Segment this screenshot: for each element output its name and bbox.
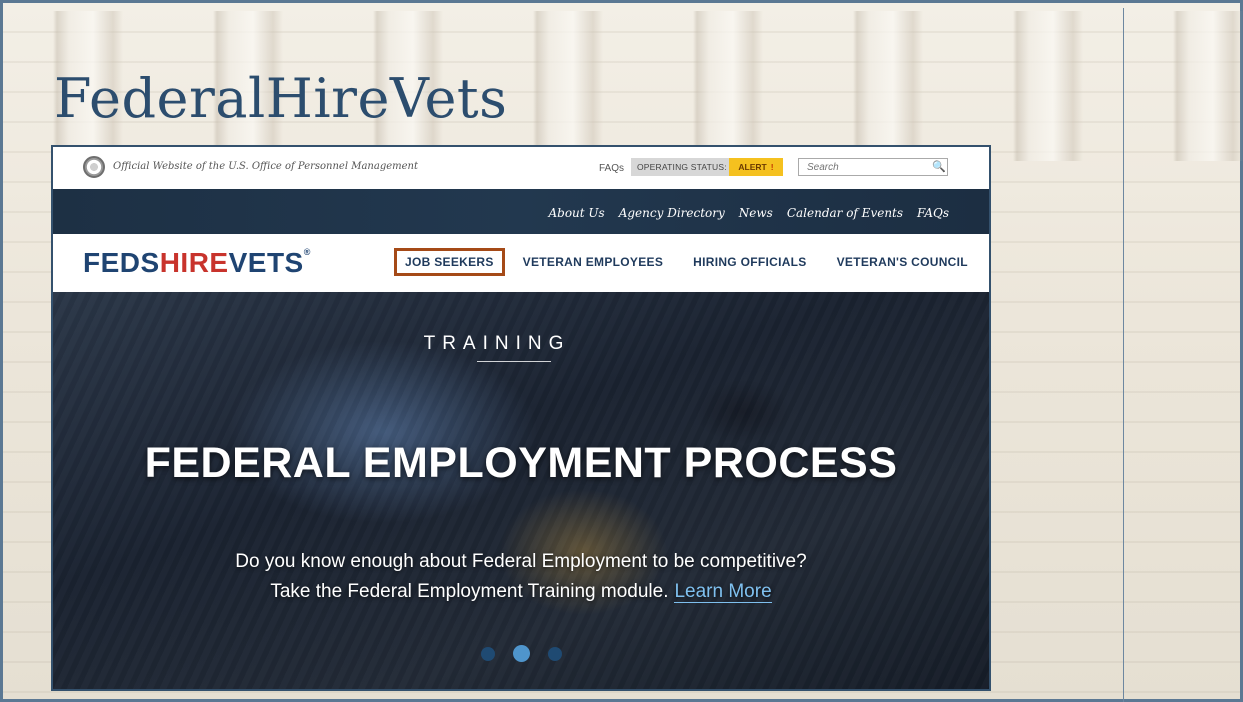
- nav-link-faqs[interactable]: FAQs: [917, 206, 949, 220]
- carousel-dot-1[interactable]: [480, 646, 495, 661]
- registered-mark: ®: [303, 247, 311, 257]
- nav-link-agency-directory[interactable]: Agency Directory: [619, 206, 725, 220]
- vertical-divider: [1123, 8, 1124, 702]
- top-faqs-link[interactable]: FAQs: [599, 163, 624, 174]
- search-input[interactable]: [798, 158, 948, 176]
- logo-part-hire: HIRE: [159, 247, 229, 278]
- carousel-dot-2[interactable]: [512, 645, 530, 662]
- hero-line-2: Take the Federal Employment Training mod…: [53, 577, 989, 607]
- logo-part-vets: VETS: [228, 247, 304, 278]
- exclamation-icon: !: [770, 162, 774, 172]
- main-nav: JOB SEEKERS VETERAN EMPLOYEES HIRING OFF…: [394, 248, 989, 276]
- logo-part-feds: FEDS: [83, 247, 160, 278]
- nav-job-seekers[interactable]: JOB SEEKERS: [394, 248, 505, 276]
- hero-title: FEDERAL EMPLOYMENT PROCESS: [144, 439, 898, 487]
- official-website-text: Official Website of the U.S. Office of P…: [113, 161, 419, 172]
- website-screenshot: Official Website of the U.S. Office of P…: [51, 145, 991, 691]
- hero-kicker: TRAINING: [423, 333, 571, 354]
- hero-description: Do you know enough about Federal Employm…: [53, 547, 989, 607]
- opm-seal-icon: [83, 156, 105, 178]
- hero-line-2-text: Take the Federal Employment Training mod…: [270, 581, 669, 602]
- nav-veteran-employees[interactable]: VETERAN EMPLOYEES: [523, 255, 663, 269]
- nav-hiring-officials[interactable]: HIRING OFFICIALS: [693, 255, 806, 269]
- utility-nav: About Us Agency Directory News Calendar …: [548, 206, 949, 220]
- carousel-dot-3[interactable]: [547, 646, 562, 661]
- slide-title: FederalHireVets: [54, 67, 508, 130]
- carousel-dots: [53, 645, 989, 662]
- fedshirevets-logo[interactable]: FEDSHIREVETS®: [83, 247, 311, 279]
- alert-badge[interactable]: ALERT!: [729, 158, 783, 176]
- kicker-underline: [477, 361, 551, 362]
- nav-veterans-council[interactable]: VETERAN'S COUNCIL: [837, 255, 968, 269]
- alert-label: ALERT: [738, 162, 767, 172]
- learn-more-link[interactable]: Learn More: [674, 581, 772, 603]
- nav-link-calendar-of-events[interactable]: Calendar of Events: [787, 206, 903, 220]
- hero-line-1: Do you know enough about Federal Employm…: [235, 551, 807, 572]
- nav-link-about-us[interactable]: About Us: [548, 206, 604, 220]
- search-icon[interactable]: 🔍: [932, 160, 946, 173]
- operating-status-label: OPERATING STATUS:: [631, 158, 733, 176]
- nav-link-news[interactable]: News: [739, 206, 773, 220]
